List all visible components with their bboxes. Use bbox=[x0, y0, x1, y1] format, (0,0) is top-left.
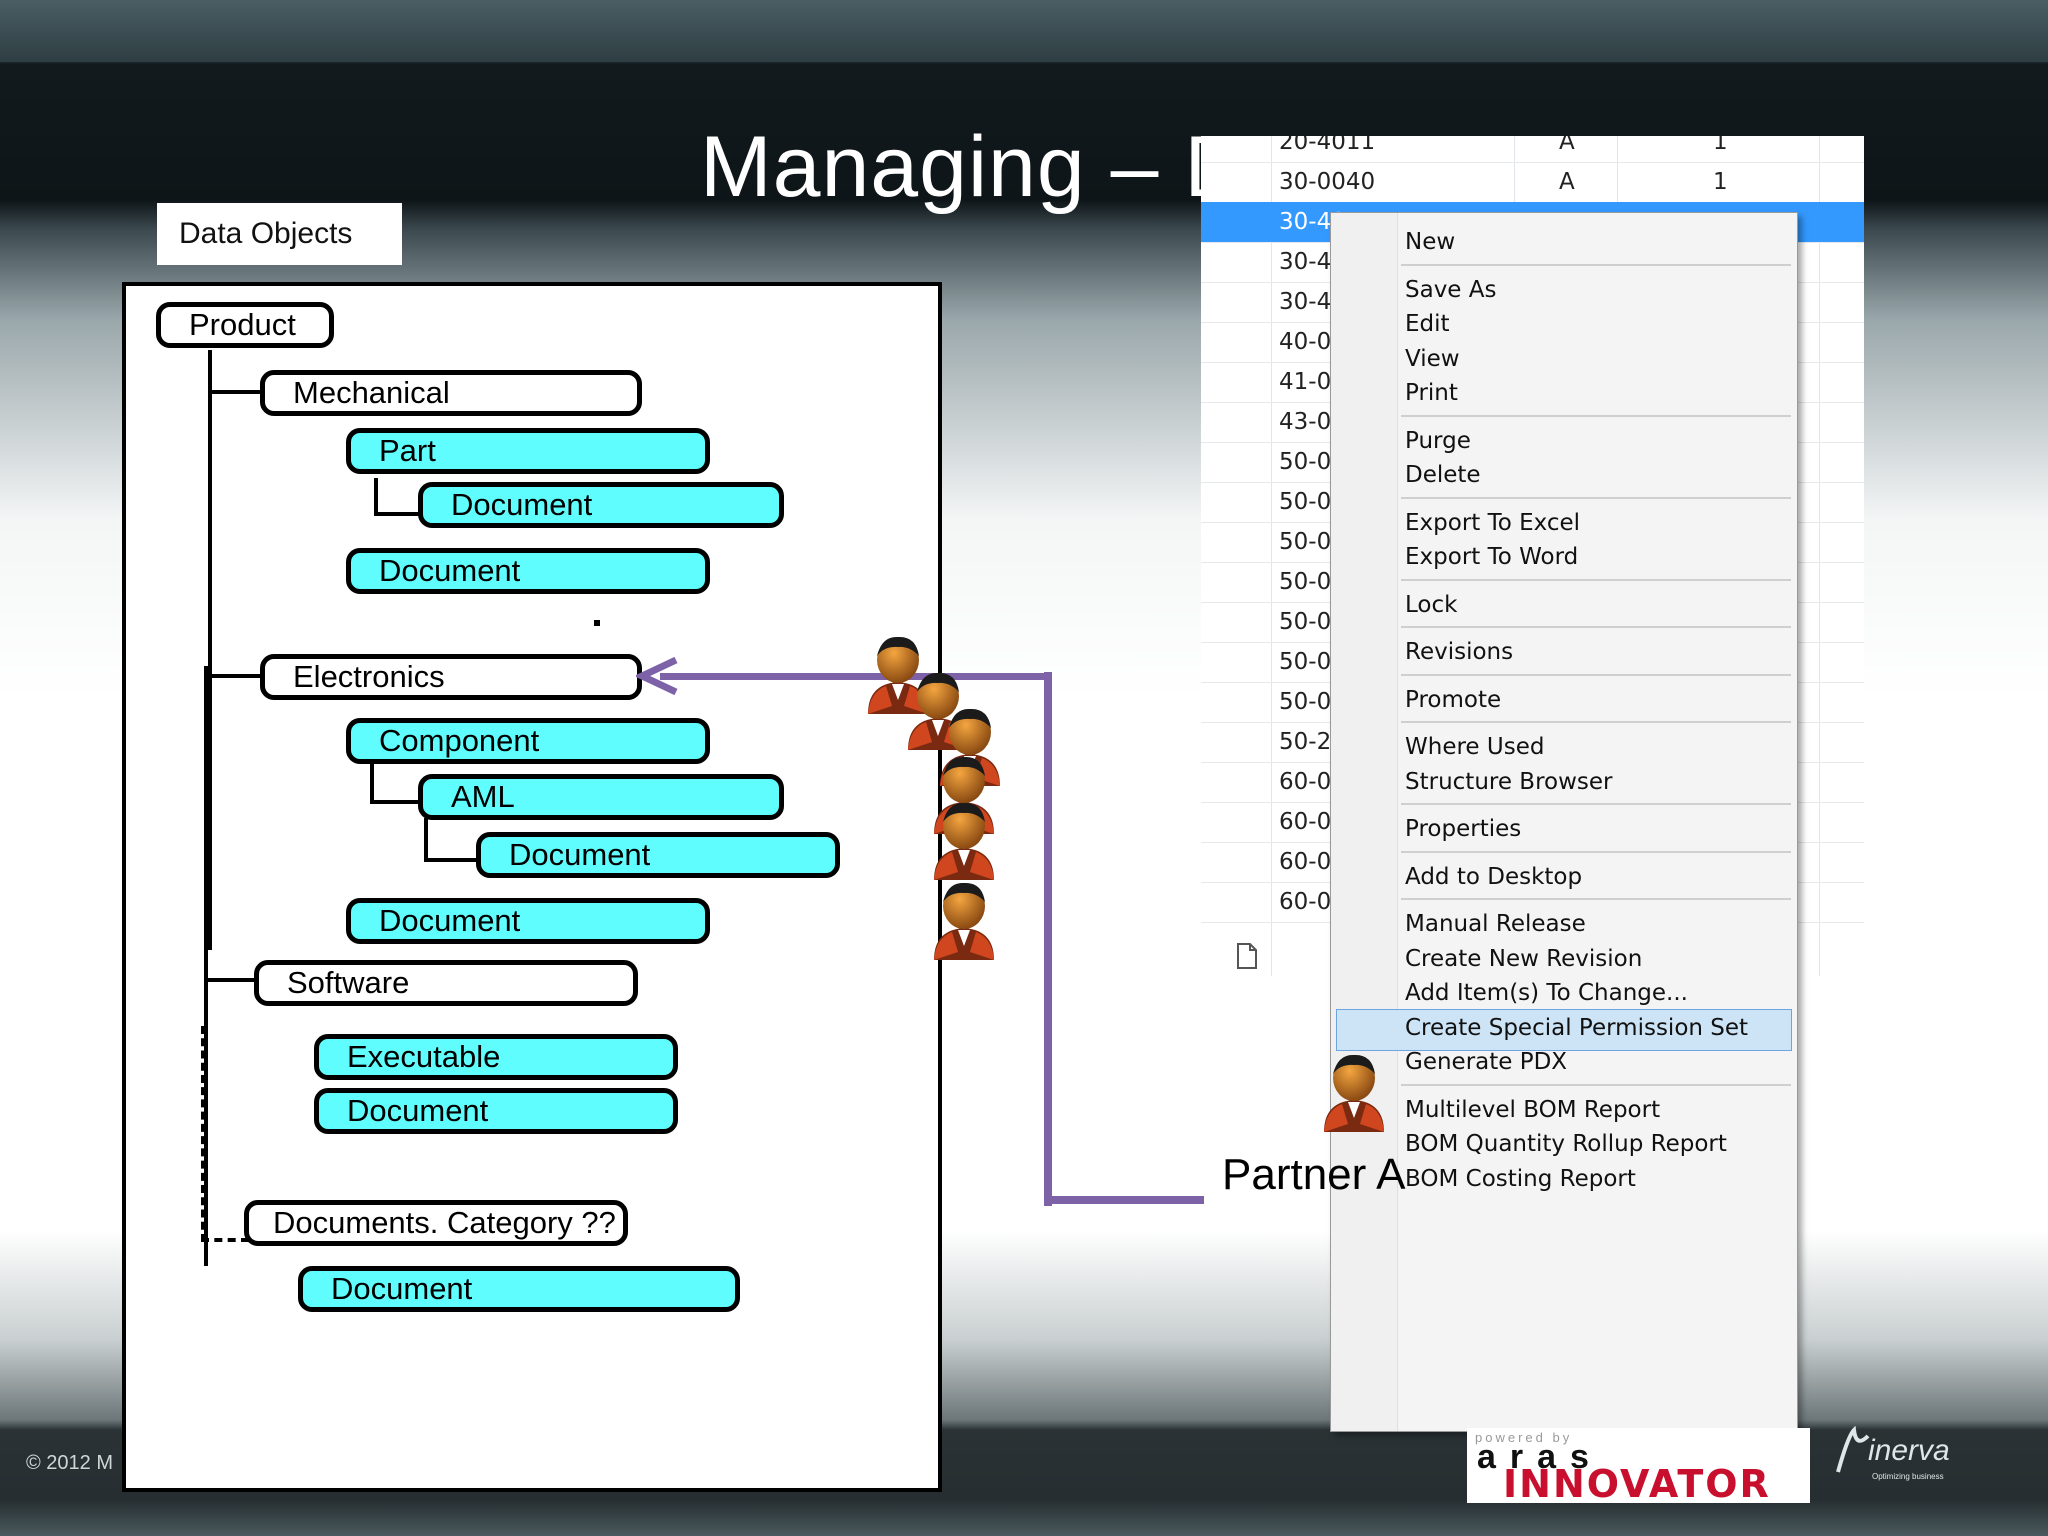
menu-item[interactable]: Multilevel BOM Report bbox=[1405, 1097, 1660, 1123]
menu-item[interactable]: Save As bbox=[1405, 277, 1496, 303]
node-software[interactable]: Software bbox=[254, 960, 638, 1006]
menu-item[interactable]: View bbox=[1405, 346, 1460, 372]
tree-line bbox=[374, 478, 378, 514]
partner-label: Partner A bbox=[1222, 1150, 1406, 1199]
menu-item[interactable]: Manual Release bbox=[1405, 911, 1586, 937]
minerva-name: inerva bbox=[1868, 1434, 1950, 1467]
node-document[interactable]: Document bbox=[314, 1088, 678, 1134]
user-icon bbox=[928, 800, 1000, 887]
revision-cell: A bbox=[1559, 136, 1575, 155]
node-mechanical[interactable]: Mechanical bbox=[260, 370, 642, 416]
node-electronics[interactable]: Electronics bbox=[260, 654, 642, 700]
menu-separator bbox=[1401, 673, 1791, 676]
menu-separator bbox=[1401, 898, 1791, 900]
data-objects-panel: Product Mechanical Part Document Documen… bbox=[122, 282, 942, 1492]
menu-item[interactable]: BOM Costing Report bbox=[1405, 1166, 1636, 1192]
data-objects-label: Data Objects bbox=[157, 203, 402, 265]
arrow-head-icon bbox=[636, 656, 678, 696]
revision-cell: A bbox=[1559, 169, 1575, 195]
menu-separator bbox=[1401, 496, 1791, 499]
tree-line bbox=[424, 818, 428, 862]
minerva-tagline: Optimizing business bbox=[1872, 1472, 1944, 1481]
node-aml[interactable]: AML bbox=[418, 774, 784, 820]
tree-line-dashed bbox=[201, 1026, 205, 1242]
quantity-cell: 1 bbox=[1713, 136, 1728, 155]
menu-item[interactable]: Export To Excel bbox=[1405, 510, 1580, 536]
document-icon[interactable] bbox=[1235, 942, 1259, 970]
user-icon bbox=[1318, 1052, 1390, 1139]
menu-item[interactable]: Delete bbox=[1405, 462, 1481, 488]
connector-line bbox=[660, 673, 1050, 680]
node-document[interactable]: Document bbox=[418, 482, 784, 528]
menu-item[interactable]: Create New Revision bbox=[1405, 946, 1642, 972]
tree-line bbox=[370, 800, 424, 804]
connector-line bbox=[1044, 672, 1052, 1206]
table-row[interactable]: 20-4011 A 1 bbox=[1201, 136, 1864, 163]
node-document[interactable]: Document bbox=[476, 832, 840, 878]
menu-separator bbox=[1401, 850, 1791, 853]
menu-item[interactable]: BOM Quantity Rollup Report bbox=[1405, 1131, 1727, 1157]
part-number-cell: 20-4011 bbox=[1279, 136, 1376, 155]
menu-item[interactable]: Revisions bbox=[1405, 639, 1513, 665]
menu-separator bbox=[1401, 803, 1791, 805]
menu-item[interactable]: Structure Browser bbox=[1405, 769, 1613, 795]
tree-line-dashed bbox=[201, 1238, 249, 1242]
node-document[interactable]: Document bbox=[346, 548, 710, 594]
slide-title: Managing – D bbox=[700, 119, 1248, 215]
menu-separator bbox=[1401, 263, 1791, 266]
menu-item[interactable]: Edit bbox=[1405, 311, 1450, 337]
connector-line bbox=[1044, 1196, 1204, 1204]
menu-item[interactable]: Add Item(s) To Change... bbox=[1405, 980, 1688, 1006]
menu-separator bbox=[1401, 626, 1791, 628]
node-executable[interactable]: Executable bbox=[314, 1034, 678, 1080]
tree-line bbox=[208, 350, 212, 950]
node-document[interactable]: Document bbox=[298, 1266, 740, 1312]
menu-item[interactable]: Promote bbox=[1405, 687, 1501, 713]
node-documents-category[interactable]: Documents. Category ?? bbox=[244, 1200, 628, 1246]
tree-line bbox=[424, 858, 480, 862]
user-icon bbox=[928, 880, 1000, 967]
menu-item[interactable]: Create Special Permission Set bbox=[1405, 1015, 1748, 1041]
dot bbox=[594, 620, 600, 626]
menu-item[interactable]: Add to Desktop bbox=[1405, 864, 1582, 890]
node-document[interactable]: Document bbox=[346, 898, 710, 944]
menu-item[interactable]: Generate PDX bbox=[1405, 1049, 1567, 1075]
menu-separator bbox=[1401, 721, 1791, 723]
aras-innovator-logo: powered by aras INNOVATOR bbox=[1467, 1428, 1810, 1506]
menu-separator bbox=[1401, 1083, 1791, 1086]
menu-item[interactable]: Purge bbox=[1405, 428, 1471, 454]
part-number-cell: 30-0040 bbox=[1279, 169, 1376, 195]
node-component[interactable]: Component bbox=[346, 718, 710, 764]
menu-item[interactable]: Properties bbox=[1405, 816, 1521, 842]
menu-item[interactable]: Where Used bbox=[1405, 734, 1544, 760]
menu-item[interactable]: New bbox=[1405, 229, 1455, 255]
aras-product: INNOVATOR bbox=[1503, 1462, 1771, 1506]
tree-line bbox=[374, 512, 424, 516]
context-menu-gutter bbox=[1331, 213, 1398, 1431]
quantity-cell: 1 bbox=[1713, 169, 1728, 195]
top-band bbox=[0, 0, 2048, 62]
minerva-mark-icon bbox=[1836, 1426, 1870, 1473]
menu-item[interactable]: Export To Word bbox=[1405, 544, 1578, 570]
menu-item[interactable]: Lock bbox=[1405, 592, 1457, 618]
menu-separator bbox=[1401, 578, 1791, 581]
copyright-text: © 2012 M bbox=[26, 1452, 114, 1474]
context-menu: New Save As Edit View Print Purge Delete Export… bbox=[1330, 212, 1798, 1432]
tree-line bbox=[370, 764, 374, 802]
node-product[interactable]: Product bbox=[156, 302, 334, 348]
node-part[interactable]: Part bbox=[346, 428, 710, 474]
menu-separator bbox=[1401, 414, 1791, 417]
menu-item[interactable]: Print bbox=[1405, 380, 1458, 406]
table-row[interactable]: 30-0040 A 1 bbox=[1201, 162, 1864, 203]
